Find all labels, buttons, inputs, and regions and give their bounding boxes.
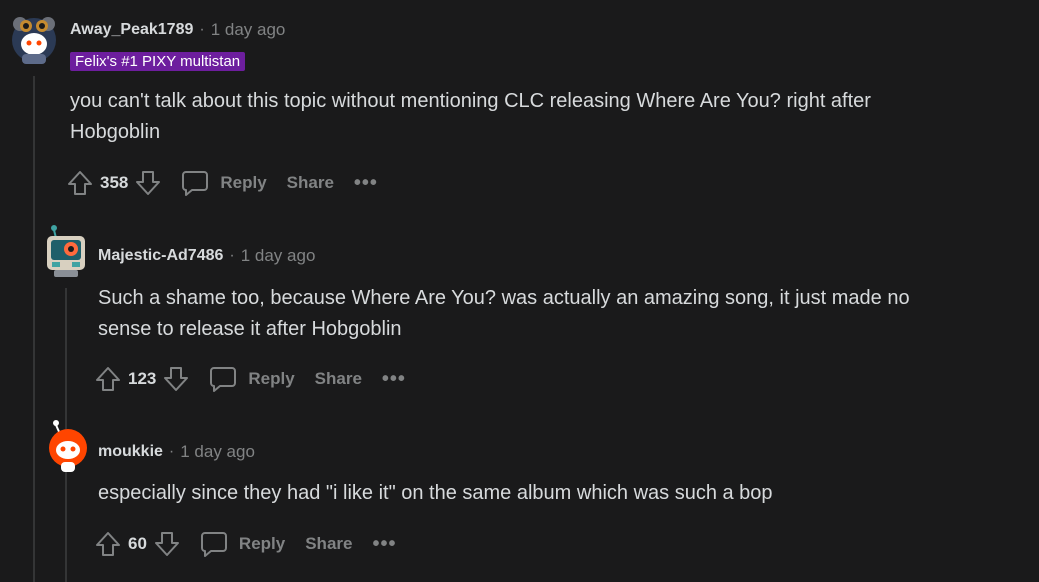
avatar[interactable] bbox=[42, 222, 90, 277]
reply-button[interactable]: Reply bbox=[199, 529, 285, 559]
comment-body-line: you can't talk about this topic without … bbox=[70, 90, 871, 112]
vote-score: 60 bbox=[128, 534, 147, 553]
comment-actions: 123 Reply Share ••• bbox=[94, 363, 406, 395]
comment-body: Such a shame too, because Where Are You?… bbox=[98, 283, 910, 345]
reply-button[interactable]: Reply bbox=[180, 168, 267, 198]
username[interactable]: Majestic-Ad7486 bbox=[98, 247, 223, 265]
share-button[interactable]: Share bbox=[287, 173, 334, 193]
upvote-icon bbox=[96, 367, 120, 391]
downvote-icon bbox=[136, 171, 161, 195]
snoo-avatar-icon bbox=[12, 17, 56, 64]
downvote-icon bbox=[164, 367, 189, 391]
separator-dot: · bbox=[229, 247, 235, 264]
vote-score: 123 bbox=[128, 369, 157, 388]
separator-dot: · bbox=[199, 21, 205, 38]
upvote-icon bbox=[68, 171, 92, 195]
downvote-button[interactable] bbox=[134, 169, 162, 197]
share-button[interactable]: Share bbox=[305, 534, 352, 554]
vote-score: 358 bbox=[100, 173, 129, 192]
thread-line-level-0[interactable] bbox=[33, 76, 35, 582]
comment-body-line: Such a shame too, because Where Are You?… bbox=[98, 287, 910, 309]
upvote-button[interactable] bbox=[94, 365, 122, 393]
timestamp[interactable]: 1 day ago bbox=[241, 246, 316, 266]
reply-label: Reply bbox=[220, 173, 267, 192]
more-options-button[interactable]: ••• bbox=[382, 368, 406, 391]
comment-bubble-icon bbox=[182, 171, 209, 196]
comment-actions: 358 Reply Share ••• bbox=[66, 167, 378, 199]
comment-body-line: especially since they had "i like it" on… bbox=[98, 482, 773, 504]
comment-meta: Away_Peak1789 · 1 day ago bbox=[70, 20, 285, 40]
comment-bubble-icon bbox=[210, 367, 237, 392]
more-options-button[interactable]: ••• bbox=[372, 533, 396, 556]
downvote-button[interactable] bbox=[153, 530, 181, 558]
comment-meta: moukkie · 1 day ago bbox=[98, 442, 255, 462]
username[interactable]: moukkie bbox=[98, 443, 163, 461]
upvote-button[interactable] bbox=[94, 530, 122, 558]
reply-button[interactable]: Reply bbox=[208, 364, 295, 394]
timestamp[interactable]: 1 day ago bbox=[211, 20, 286, 40]
comment-bubble-icon bbox=[200, 532, 227, 557]
separator-dot: · bbox=[168, 443, 175, 460]
comment-actions: 60 Reply Share ••• bbox=[94, 528, 396, 560]
upvote-icon bbox=[96, 532, 120, 556]
comment-meta: Majestic-Ad7486 · 1 day ago bbox=[98, 246, 315, 266]
user-flair: Felix's #1 PIXY multistan bbox=[70, 52, 246, 71]
timestamp[interactable]: 1 day ago bbox=[180, 442, 255, 462]
avatar[interactable] bbox=[46, 418, 94, 472]
avatar[interactable] bbox=[10, 14, 58, 64]
reply-label: Reply bbox=[238, 534, 286, 553]
more-options-button[interactable]: ••• bbox=[354, 172, 378, 195]
share-button[interactable]: Share bbox=[315, 369, 362, 389]
downvote-button[interactable] bbox=[162, 365, 190, 393]
downvote-icon bbox=[154, 532, 179, 556]
snoo-avatar-icon bbox=[49, 420, 87, 472]
reply-label: Reply bbox=[248, 369, 295, 388]
robot-avatar-icon bbox=[47, 225, 85, 277]
username[interactable]: Away_Peak1789 bbox=[70, 21, 193, 39]
comment-body: especially since they had "i like it" on… bbox=[98, 478, 773, 509]
upvote-button[interactable] bbox=[66, 169, 94, 197]
comment-body-line: sense to release it after Hobgoblin bbox=[98, 318, 402, 340]
comment-body-line: Hobgoblin bbox=[70, 121, 161, 143]
comment-body: you can't talk about this topic without … bbox=[70, 86, 871, 148]
